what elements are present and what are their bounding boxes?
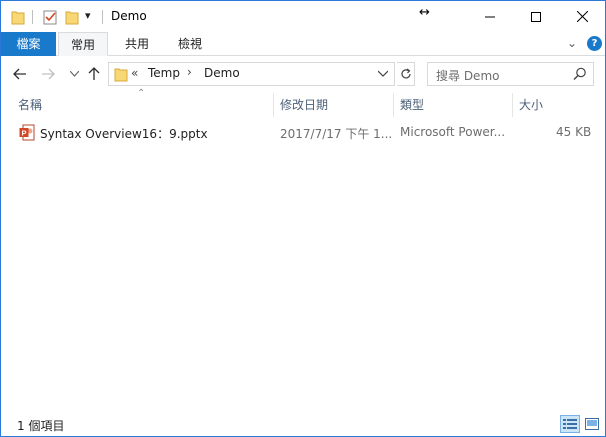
search-icon[interactable]: [573, 67, 587, 81]
minimize-icon: [485, 16, 495, 17]
ribbon-tab-bar: 檔案 常用 共用 檢視 ⌄ ?: [1, 32, 605, 56]
up-button[interactable]: [85, 63, 103, 85]
address-dropdown-button[interactable]: [377, 66, 389, 83]
close-icon: [576, 11, 588, 22]
tab-view[interactable]: 檢視: [166, 32, 214, 56]
breadcrumb-demo[interactable]: Demo: [204, 66, 240, 80]
tab-share[interactable]: 共用: [113, 32, 161, 56]
column-header-date-modified[interactable]: 修改日期: [280, 93, 328, 117]
title-bar: ▾ Demo ↔: [1, 1, 605, 32]
file-type: Microsoft Power...: [400, 125, 506, 139]
breadcrumb-separator-icon[interactable]: ›: [187, 65, 192, 79]
table-row[interactable]: P Syntax Overview16：9.pptx 2017/7/17 下午 …: [13, 122, 593, 144]
column-divider[interactable]: [273, 93, 274, 117]
recent-locations-button[interactable]: [65, 63, 83, 85]
tab-home[interactable]: 常用: [58, 32, 108, 56]
resize-cursor-icon: ↔: [419, 5, 430, 20]
window-title: Demo: [111, 9, 147, 23]
search-input[interactable]: 搜尋 Demo: [427, 62, 594, 86]
file-name[interactable]: Syntax Overview16：9.pptx: [40, 125, 208, 142]
customize-dropdown-icon[interactable]: ▾: [85, 9, 91, 22]
svg-text:P: P: [21, 129, 26, 138]
close-button[interactable]: [559, 1, 605, 32]
status-bar: 1 個項目: [1, 412, 605, 436]
file-size: 45 KB: [556, 125, 592, 139]
column-divider[interactable]: [393, 93, 394, 117]
back-arrow-icon: [13, 68, 26, 80]
quick-access-separator: [32, 10, 33, 24]
refresh-icon: [400, 68, 411, 79]
recent-locations-icon: [69, 71, 79, 77]
column-header-size[interactable]: 大小: [519, 93, 543, 117]
explorer-window: ▾ Demo ↔ 檔案 常用 共用 檢視 ⌄ ? « Temp › Demo 搜…: [0, 0, 606, 437]
details-view-button[interactable]: [560, 415, 580, 433]
large-icons-view-button[interactable]: [582, 415, 602, 433]
help-icon[interactable]: ?: [587, 36, 602, 51]
forward-button[interactable]: [39, 63, 57, 85]
file-date-modified: 2017/7/17 下午 1...: [280, 127, 393, 141]
address-overflow-icon[interactable]: «: [131, 66, 138, 80]
item-count: 1 個項目: [17, 419, 65, 433]
search-placeholder: 搜尋 Demo: [436, 69, 500, 83]
new-folder-icon[interactable]: [65, 9, 79, 25]
properties-check-icon[interactable]: [43, 9, 57, 25]
folder-icon: [114, 68, 128, 82]
forward-arrow-icon: [42, 68, 55, 80]
title-separator: [102, 10, 103, 24]
refresh-button[interactable]: [397, 62, 415, 86]
sort-ascending-icon: ⌃: [137, 88, 146, 99]
tab-file[interactable]: 檔案: [1, 32, 56, 56]
column-header-type[interactable]: 類型: [400, 93, 424, 117]
breadcrumb-temp[interactable]: Temp: [148, 66, 180, 80]
column-header-name[interactable]: 名稱: [18, 93, 42, 117]
up-arrow-icon: [88, 67, 100, 80]
back-button[interactable]: [11, 63, 29, 85]
maximize-button[interactable]: [513, 1, 559, 32]
large-icons-view-icon: [585, 418, 599, 430]
chevron-down-icon: [377, 70, 389, 77]
expand-ribbon-icon[interactable]: ⌄: [567, 36, 577, 50]
minimize-button[interactable]: [467, 1, 513, 32]
folder-icon[interactable]: [11, 9, 25, 25]
maximize-icon: [531, 11, 541, 22]
address-bar[interactable]: « Temp › Demo: [108, 62, 395, 86]
details-view-icon: [563, 419, 577, 429]
powerpoint-file-icon: P: [19, 124, 35, 141]
column-divider[interactable]: [512, 93, 513, 117]
